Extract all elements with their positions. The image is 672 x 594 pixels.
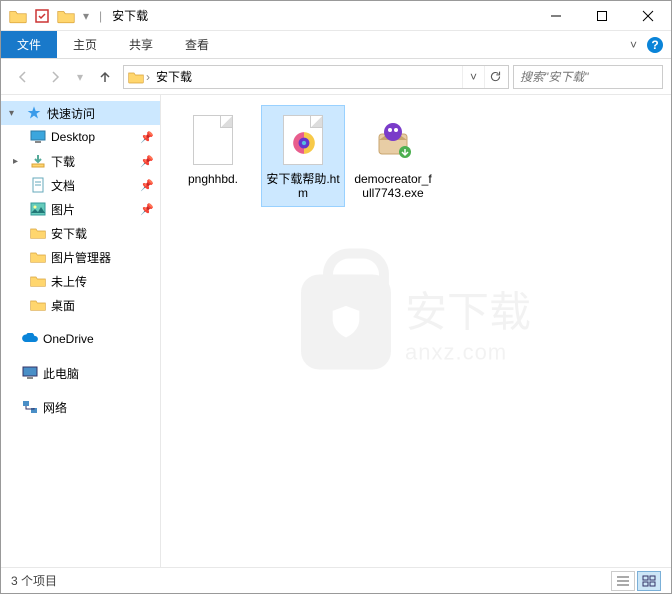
search-input[interactable] <box>514 70 672 84</box>
navigation-pane: ▾ 快速访问 Desktop📌 ▸下载📌 文档📌 图片📌 安下载 图片管理器 未… <box>1 95 161 567</box>
watermark-cn: 安下载 <box>405 278 531 339</box>
window-title: 安下载 <box>112 7 148 24</box>
tree-network[interactable]: 网络 <box>1 395 160 419</box>
tab-view[interactable]: 查看 <box>169 31 225 58</box>
expand-icon[interactable]: ▾ <box>9 108 21 119</box>
pin-icon: 📌 <box>140 203 154 216</box>
documents-icon <box>29 176 47 194</box>
view-details-button[interactable] <box>611 571 635 591</box>
help-icon[interactable]: ? <box>647 37 663 53</box>
address-dropdown-icon[interactable]: ˅ <box>462 66 484 88</box>
status-item-count: 3 个项目 <box>11 572 57 589</box>
view-icons-button[interactable] <box>637 571 661 591</box>
address-bar[interactable]: › 安下载 ˅ <box>123 65 509 89</box>
expand-icon[interactable]: ▸ <box>13 156 25 167</box>
breadcrumb-current[interactable]: 安下载 <box>150 68 198 85</box>
window-controls <box>533 1 671 31</box>
lock-icon <box>301 274 391 369</box>
nav-recent-dropdown[interactable]: ▾ <box>73 63 87 91</box>
tab-file[interactable]: 文件 <box>1 31 57 58</box>
address-folder-icon <box>126 67 146 87</box>
qat-dropdown-icon[interactable]: ▾ <box>79 5 93 27</box>
search-box[interactable] <box>513 65 663 89</box>
minimize-button[interactable] <box>533 1 579 31</box>
downloads-icon <box>29 152 47 170</box>
pictures-icon <box>29 200 47 218</box>
pin-icon: 📌 <box>140 131 154 144</box>
file-generic-icon <box>189 112 237 168</box>
title-bar: ▾ | 安下载 <box>1 1 671 31</box>
watermark: 安下载 anxz.com <box>301 274 531 369</box>
ribbon-collapse-icon[interactable]: ˅ <box>630 38 637 52</box>
nav-up-button[interactable] <box>91 63 119 91</box>
view-toggles <box>611 571 661 591</box>
watermark-en: anxz.com <box>405 339 531 365</box>
tree-item-pictures[interactable]: 图片📌 <box>1 197 160 221</box>
tree-item-documents[interactable]: 文档📌 <box>1 173 160 197</box>
file-exe-icon <box>369 112 417 168</box>
pin-icon: 📌 <box>140 155 154 168</box>
pc-icon <box>21 364 39 382</box>
file-label: pnghhbd. <box>188 172 238 186</box>
pin-icon: 📌 <box>140 179 154 192</box>
desktop-icon <box>29 128 47 146</box>
tree-item-anxz[interactable]: 安下载 <box>1 221 160 245</box>
folder-icon <box>29 296 47 314</box>
tab-share[interactable]: 共享 <box>113 31 169 58</box>
tree-item-downloads[interactable]: ▸下载📌 <box>1 149 160 173</box>
tree-quick-access[interactable]: ▾ 快速访问 <box>1 101 160 125</box>
file-htm-icon <box>279 112 327 168</box>
close-button[interactable] <box>625 1 671 31</box>
status-bar: 3 个项目 <box>1 567 671 593</box>
tree-onedrive[interactable]: OneDrive <box>1 327 160 351</box>
folder-icon <box>29 224 47 242</box>
maximize-button[interactable] <box>579 1 625 31</box>
app-folder-icon <box>7 5 29 27</box>
file-item[interactable]: pnghhbd. <box>171 105 255 193</box>
tree-item-picmgr[interactable]: 图片管理器 <box>1 245 160 269</box>
file-item[interactable]: democreator_full7743.exe <box>351 105 435 207</box>
file-label: democreator_full7743.exe <box>354 172 432 200</box>
ribbon-tabs: 文件 主页 共享 查看 ˅ ? <box>1 31 671 59</box>
onedrive-icon <box>21 330 39 348</box>
address-refresh-icon[interactable] <box>484 66 506 88</box>
star-icon <box>25 104 43 122</box>
nav-back-button[interactable] <box>9 63 37 91</box>
qat-properties-icon[interactable] <box>31 5 53 27</box>
tree-item-desktop[interactable]: Desktop📌 <box>1 125 160 149</box>
tab-home[interactable]: 主页 <box>57 31 113 58</box>
tree-item-notuploaded[interactable]: 未上传 <box>1 269 160 293</box>
title-separator: | <box>99 9 102 23</box>
main-area: ▾ 快速访问 Desktop📌 ▸下载📌 文档📌 图片📌 安下载 图片管理器 未… <box>1 95 671 567</box>
navigation-row: ▾ › 安下载 ˅ <box>1 59 671 95</box>
tree-item-desktop2[interactable]: 桌面 <box>1 293 160 317</box>
file-label: 安下载帮助.htm <box>264 172 342 200</box>
tree-label: 快速访问 <box>47 105 160 122</box>
folder-icon <box>29 272 47 290</box>
tree-this-pc[interactable]: 此电脑 <box>1 361 160 385</box>
file-list[interactable]: pnghhbd. 安下载帮助.htm democreator_full774 <box>161 95 671 567</box>
file-item[interactable]: 安下载帮助.htm <box>261 105 345 207</box>
nav-forward-button[interactable] <box>41 63 69 91</box>
quick-access-toolbar: ▾ <box>1 5 93 27</box>
qat-newfolder-icon[interactable] <box>55 5 77 27</box>
folder-icon <box>29 248 47 266</box>
network-icon <box>21 398 39 416</box>
